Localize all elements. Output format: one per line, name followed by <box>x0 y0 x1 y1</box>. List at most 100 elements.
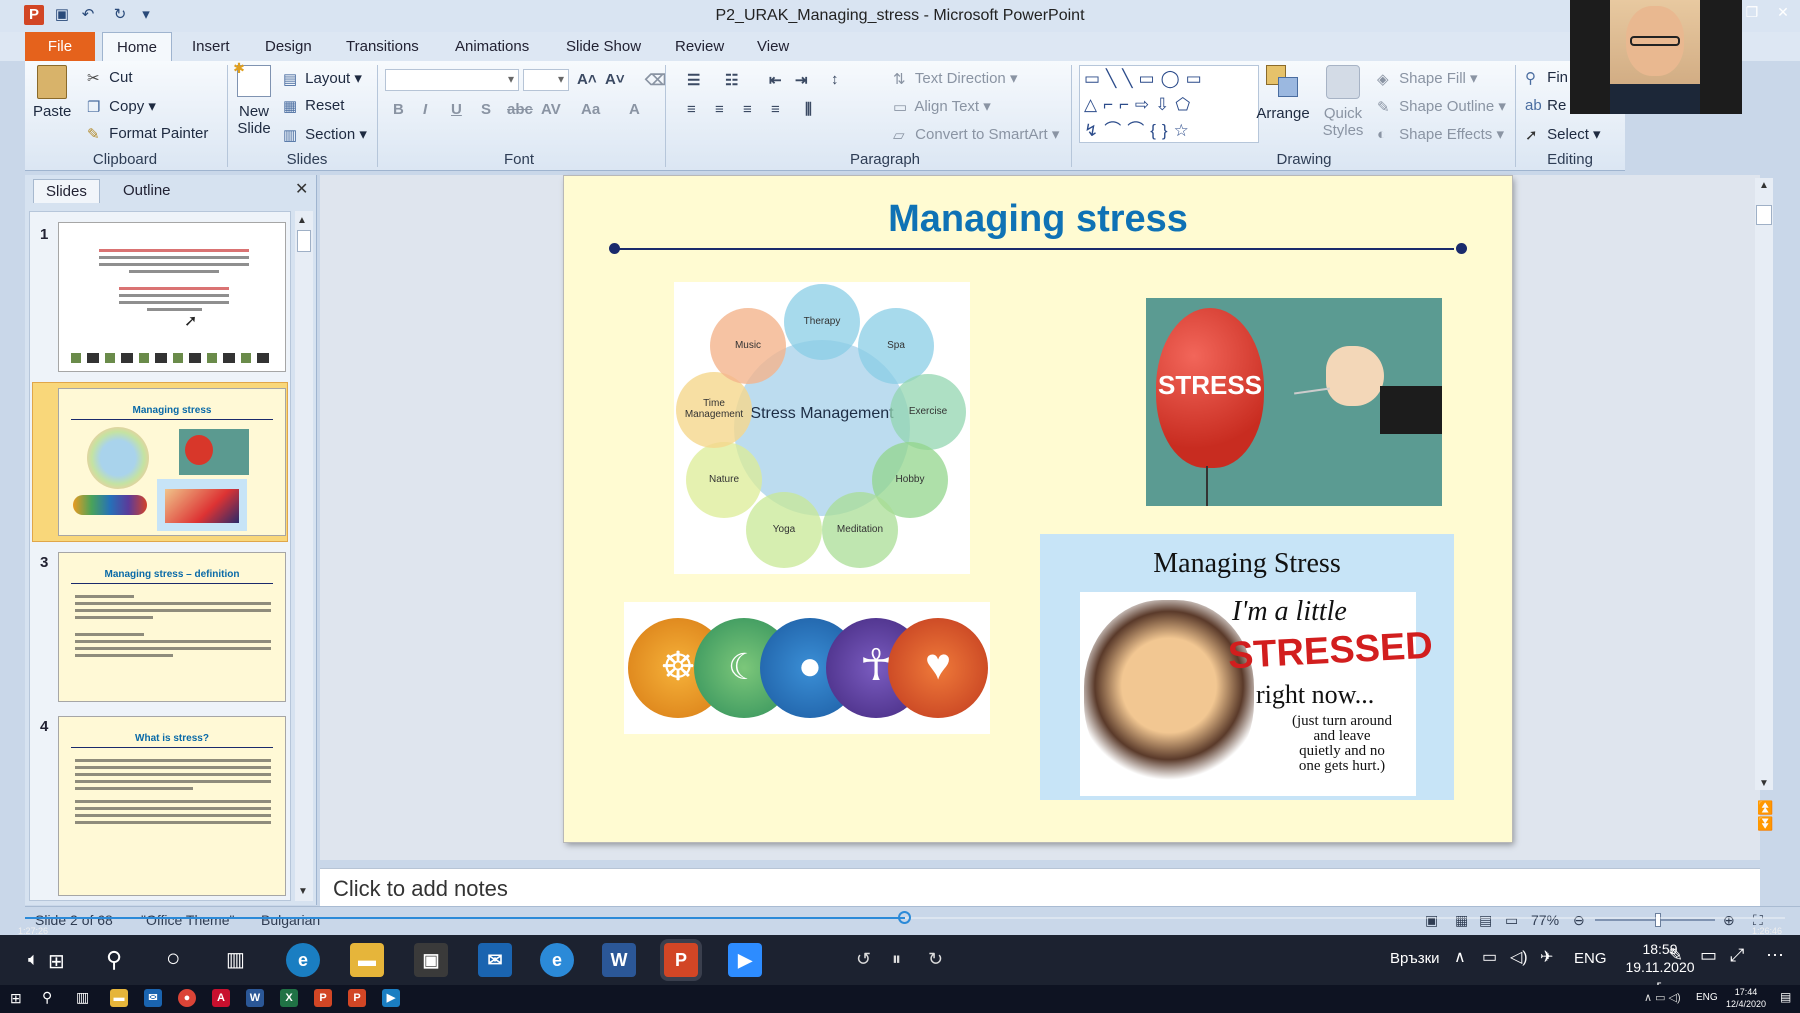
edge-browser-icon[interactable]: e <box>286 943 320 977</box>
italic-icon[interactable]: I <box>423 101 427 118</box>
chrome-icon[interactable]: ● <box>178 989 196 1007</box>
task-view-icon[interactable]: ▥ <box>76 989 89 1006</box>
tab-slides[interactable]: Slides <box>33 179 100 203</box>
align-left-icon[interactable]: ≡ <box>687 101 696 118</box>
slide-sorter-icon[interactable]: ▦ <box>1455 912 1468 929</box>
bold-icon[interactable]: B <box>393 101 404 118</box>
airplane-icon[interactable]: ✈ <box>1540 947 1553 967</box>
task-view-icon[interactable]: ▥ <box>226 947 245 972</box>
zoom-out-icon[interactable]: ⊖ <box>1573 912 1585 929</box>
line-spacing-icon[interactable]: ↕ <box>831 71 839 88</box>
increase-indent-icon[interactable]: ⇥ <box>795 71 808 89</box>
layout-button[interactable]: ▤ Layout ▾ <box>283 69 362 88</box>
font-size-dropdown[interactable]: ▾ <box>523 69 569 91</box>
fullscreen-icon[interactable]: ⤢ <box>1730 945 1744 966</box>
internet-explorer-icon[interactable]: e <box>540 943 574 977</box>
word-icon[interactable]: W <box>602 943 636 977</box>
align-center-icon[interactable]: ≡ <box>715 101 724 118</box>
language-status[interactable]: Bulgarian <box>261 912 320 928</box>
char-spacing-icon[interactable]: AV <box>541 101 561 118</box>
rewind-icon[interactable]: ↺ <box>856 949 871 970</box>
windows-start-icon[interactable]: ⊞ <box>48 949 65 974</box>
media-player-icon[interactable]: ▶ <box>382 989 400 1007</box>
section-button[interactable]: ▥ Section ▾ <box>283 125 367 144</box>
tab-design[interactable]: Design <box>265 38 312 55</box>
zoom-level[interactable]: 77% <box>1531 912 1559 928</box>
battery-icon[interactable]: ▭ <box>1482 947 1497 967</box>
thumbnail-list[interactable]: 1 ➚ 2 Managing stress 3 Managing str <box>29 211 291 901</box>
underline-icon[interactable]: U <box>451 101 462 118</box>
tab-outline[interactable]: Outline <box>111 179 183 202</box>
thumbnail-slide-3[interactable]: Managing stress – definition <box>58 552 286 702</box>
tab-file[interactable]: File <box>25 32 95 61</box>
tab-slide-show[interactable]: Slide Show <box>566 38 641 55</box>
tab-review[interactable]: Review <box>675 38 724 55</box>
tab-view[interactable]: View <box>757 38 789 55</box>
zoom-app-icon[interactable]: ▶ <box>728 943 762 977</box>
tab-transitions[interactable]: Transitions <box>346 38 419 55</box>
shape-outline-button[interactable]: ✎ Shape Outline ▾ <box>1377 97 1506 116</box>
search-icon[interactable]: ⚲ <box>42 989 52 1006</box>
align-right-icon[interactable]: ≡ <box>743 101 752 118</box>
acrobat-icon[interactable]: A <box>212 989 230 1007</box>
zoom-slider[interactable] <box>1595 913 1715 927</box>
justify-icon[interactable]: ≡ <box>771 101 780 118</box>
slide-canvas[interactable]: Managing stress Stress Management Therap… <box>564 176 1512 842</box>
language-indicator[interactable]: ENG <box>1696 992 1718 1003</box>
arrange-button[interactable]: Arrange <box>1255 65 1311 122</box>
notifications-icon[interactable]: ▤ <box>1780 990 1791 1004</box>
align-text-button[interactable]: ▭ Align Text ▾ <box>893 97 991 116</box>
file-explorer-icon[interactable]: ▬ <box>110 989 128 1007</box>
grow-font-icon[interactable]: A˄ <box>577 71 597 88</box>
tab-animations[interactable]: Animations <box>455 38 529 55</box>
numbering-icon[interactable]: ☷ <box>725 71 738 89</box>
mail-icon[interactable]: ✉ <box>144 989 162 1007</box>
format-painter-button[interactable]: ✎ Format Painter <box>87 125 208 143</box>
close-pane-icon[interactable]: ✕ <box>295 179 308 199</box>
more-options-icon[interactable]: ⋯ <box>1766 945 1784 966</box>
new-slide-button[interactable]: ✱ New Slide <box>231 60 277 137</box>
font-color-icon[interactable]: A <box>629 101 640 118</box>
close-icon[interactable]: ✕ <box>1768 4 1798 21</box>
search-icon[interactable]: ⚲ <box>106 947 122 973</box>
clear-format-icon[interactable]: ⌫ <box>645 71 666 89</box>
stressed-cartoon-picture[interactable]: Managing Stress I'm a little STRESSED ri… <box>1040 534 1454 800</box>
clock[interactable]: 17:44 12/4/2020 <box>1716 986 1776 1010</box>
change-case-icon[interactable]: Aa <box>581 101 600 118</box>
powerpoint-icon[interactable]: P <box>664 943 698 977</box>
file-explorer-icon[interactable]: ▬ <box>350 943 384 977</box>
quick-styles-button[interactable]: Quick Styles <box>1315 65 1371 139</box>
powerpoint-icon[interactable]: P <box>314 989 332 1007</box>
paste-button[interactable]: Paste <box>33 65 71 120</box>
excel-icon[interactable]: X <box>280 989 298 1007</box>
pause-icon[interactable]: ⏸ <box>892 949 901 970</box>
columns-icon[interactable]: ⫼ <box>805 101 812 118</box>
word-icon[interactable]: W <box>246 989 264 1007</box>
select-button[interactable]: ➚ Select ▾ <box>1525 125 1601 144</box>
links-toolbar[interactable]: Връзки <box>1390 950 1440 967</box>
stress-management-diagram[interactable]: Stress Management Therapy Spa Exercise H… <box>674 282 970 574</box>
tray-icons[interactable]: ∧ ▭ ◁) <box>1644 991 1681 1004</box>
powerpoint-file-icon[interactable]: P <box>348 989 366 1007</box>
tab-insert[interactable]: Insert <box>192 38 230 55</box>
shadow-icon[interactable]: S <box>481 101 491 118</box>
find-button[interactable]: ⚲ Fin <box>1525 69 1568 87</box>
cortana-icon[interactable]: ○ <box>166 945 181 973</box>
slide-scroll-thumb[interactable] <box>1756 205 1772 225</box>
shapes-gallery[interactable]: ▭╲╲▭◯▭ △⌐⌐⇨⇩⬠ ↯⌒⌒{}☆ <box>1079 65 1259 143</box>
stress-balloon-picture[interactable]: STRESS <box>1146 298 1442 506</box>
copy-button[interactable]: ❐ Copy ▾ <box>87 97 156 116</box>
slideshow-view-icon[interactable]: ▭ <box>1505 912 1518 929</box>
shrink-font-icon[interactable]: A˅ <box>605 71 625 88</box>
caption-icon[interactable]: ▭ <box>1700 945 1717 966</box>
convert-smartart-button[interactable]: ▱ Convert to SmartArt ▾ <box>893 125 1059 144</box>
cut-button[interactable]: ✂ Cut <box>87 69 133 87</box>
volume-icon[interactable]: 🔈︎ <box>28 949 39 970</box>
notes-pane[interactable]: Click to add notes <box>320 868 1760 906</box>
store-icon[interactable]: ▣ <box>414 943 448 977</box>
text-direction-button[interactable]: ⇅ Text Direction ▾ <box>893 69 1017 88</box>
reading-view-icon[interactable]: ▤ <box>1479 912 1492 929</box>
wellness-icons-picture[interactable]: ☸ ☾ ● ☥ ♥ <box>624 602 990 734</box>
thumbnail-slide-1[interactable]: ➚ <box>58 222 286 372</box>
forward-icon[interactable]: ↻ <box>928 949 943 970</box>
